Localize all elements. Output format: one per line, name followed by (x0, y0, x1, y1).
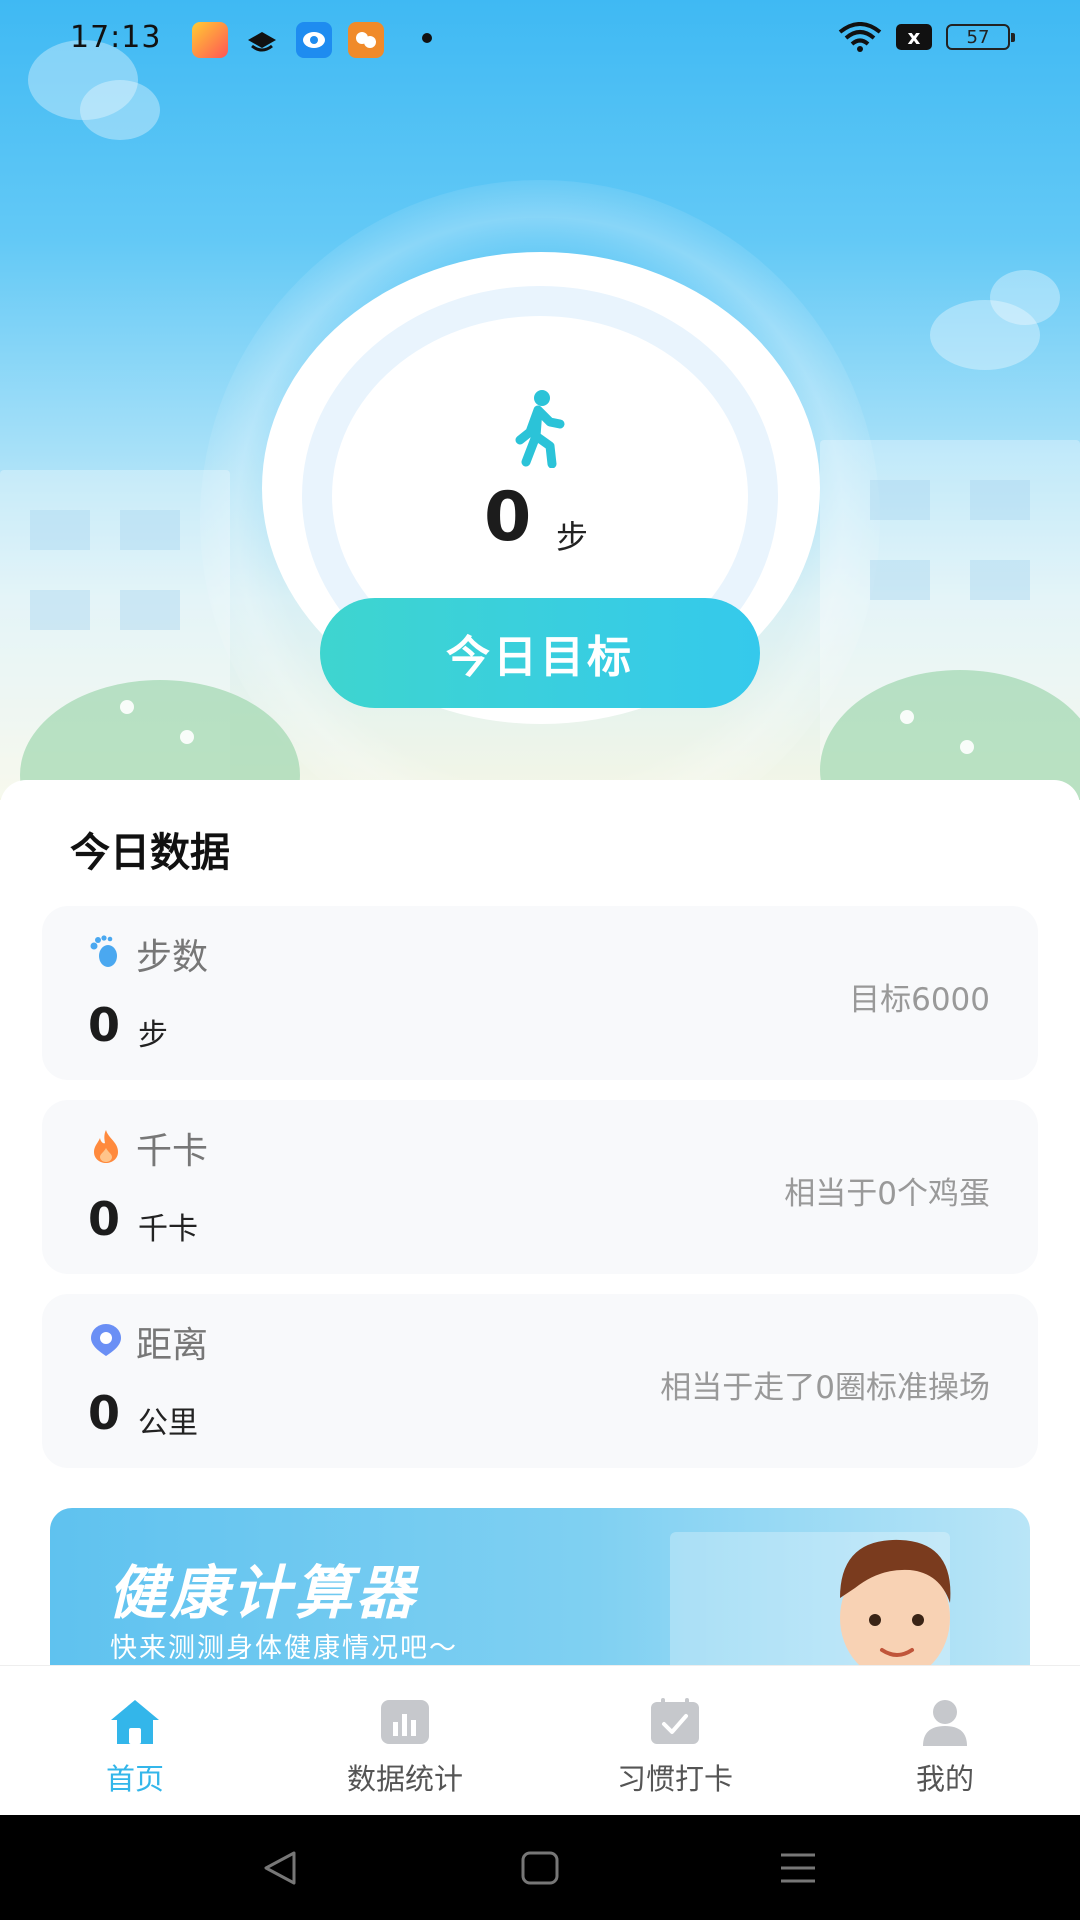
back-icon[interactable] (256, 1845, 306, 1891)
location-pin-icon (91, 1324, 121, 1356)
card-label: 步数 (136, 937, 209, 978)
wifi-icon (838, 22, 882, 52)
card-label: 距离 (136, 1325, 209, 1366)
hero-background: 0 步 今日目标 (0, 0, 1080, 800)
bar-chart-icon (381, 1700, 429, 1744)
tab-label: 首页 (105, 1762, 164, 1796)
status-time: 17:13 (70, 20, 162, 55)
card-value: 0 (88, 998, 121, 1052)
more-notifications-dot (422, 33, 432, 43)
card-unit: 步 (138, 1018, 168, 1053)
checkin-icon (651, 1698, 699, 1744)
card-note: 相当于走了0圈标准操场 (660, 1370, 990, 1406)
step-count-unit: 步 (556, 518, 589, 556)
footprint-icon (90, 935, 117, 967)
tab-label: 我的 (915, 1762, 974, 1796)
steps-card[interactable]: 步数 0 步 目标6000 (42, 906, 1038, 1080)
notification-app-icon (296, 22, 332, 58)
home-icon (111, 1700, 159, 1744)
status-bar: 17:13 x 57 (0, 0, 1080, 80)
cloud-decoration (990, 270, 1060, 325)
recent-apps-icon[interactable] (773, 1845, 823, 1891)
card-unit: 千卡 (138, 1212, 198, 1247)
card-note: 目标6000 (849, 982, 990, 1018)
avatar-illustration (840, 1539, 951, 1665)
cloud-decoration (80, 80, 160, 140)
home-button-icon[interactable] (515, 1845, 565, 1891)
notification-app-icon (248, 32, 276, 52)
battery-indicator: 57 (946, 24, 1015, 50)
banner-subtitle: 快来测测身体健康情况吧～ (110, 1633, 458, 1664)
health-calculator-banner[interactable]: 健康计算器 快来测测身体健康情况吧～ (50, 1508, 1030, 1665)
tab-home[interactable]: 首页 (0, 1666, 270, 1815)
system-navigation-bar (0, 1815, 1080, 1920)
card-value: 0 (88, 1192, 121, 1246)
card-value: 0 (88, 1386, 121, 1440)
tab-profile[interactable]: 我的 (810, 1666, 1080, 1815)
flame-icon (94, 1130, 118, 1163)
no-sim-icon: x (896, 24, 932, 50)
today-goal-button[interactable]: 今日目标 (320, 598, 760, 708)
card-label: 千卡 (136, 1131, 209, 1172)
tab-statistics[interactable]: 数据统计 (270, 1666, 540, 1815)
banner-title: 健康计算器 (108, 1559, 419, 1627)
notification-app-icon (192, 22, 228, 58)
tab-label: 习惯打卡 (616, 1762, 733, 1796)
walker-icon (515, 390, 565, 468)
card-note: 相当于0个鸡蛋 (784, 1176, 990, 1212)
tab-label: 数据统计 (346, 1762, 463, 1796)
card-unit: 公里 (138, 1406, 198, 1441)
profile-icon (923, 1700, 967, 1746)
notification-app-icon (348, 22, 384, 58)
section-title: 今日数据 (70, 830, 230, 876)
tab-habit-checkin[interactable]: 习惯打卡 (540, 1666, 810, 1815)
distance-card[interactable]: 距离 0 公里 相当于走了0圈标准操场 (42, 1294, 1038, 1468)
today-data-panel: 今日数据 步数 0 步 目标6000 千卡 0 千卡 相当于0个鸡蛋 距离 0 (0, 780, 1080, 1665)
step-count-value: 0 (484, 478, 532, 557)
bottom-tab-bar: 首页 数据统计 习惯打卡 我的 (0, 1665, 1080, 1815)
calories-card[interactable]: 千卡 0 千卡 相当于0个鸡蛋 (42, 1100, 1038, 1274)
